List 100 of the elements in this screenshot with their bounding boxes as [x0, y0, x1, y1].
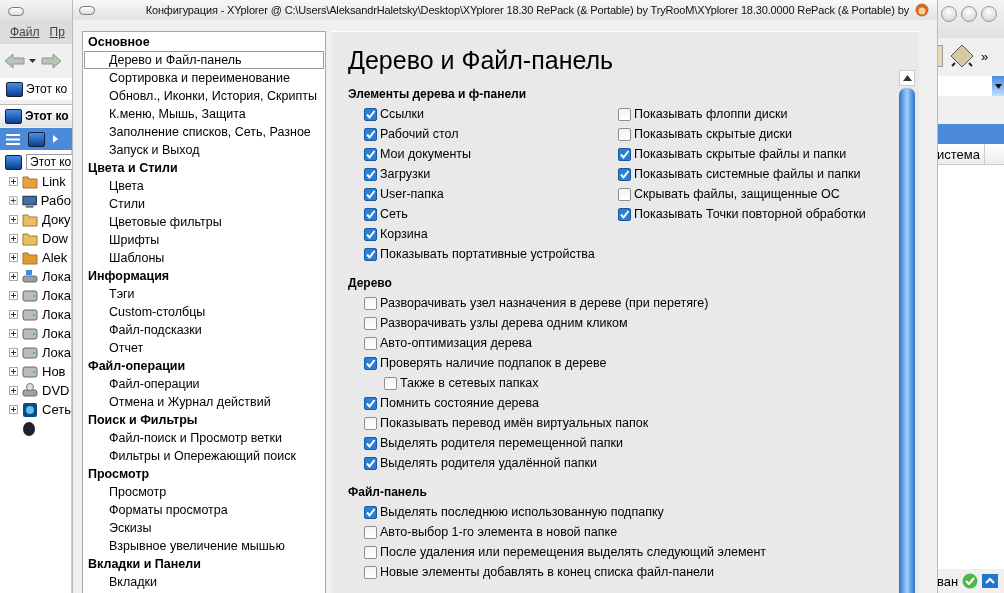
collapse-icon[interactable] [982, 574, 999, 588]
checkbox-label[interactable]: Показывать Точки повторной обработки [634, 207, 866, 221]
nav-item[interactable]: Отмена и Журнал действий [84, 393, 324, 411]
checkbox-label[interactable]: Рабочий стол [380, 127, 459, 141]
checkbox-label[interactable]: Разворачивать узлы дерева одним кликом [380, 316, 628, 330]
checkbox[interactable] [364, 147, 377, 161]
menu-item[interactable]: Файл [10, 25, 40, 39]
nav-section[interactable]: Основное [84, 33, 324, 51]
checkbox[interactable] [364, 227, 377, 241]
checkbox-label[interactable]: Скрывать файлы, защищенные ОС [634, 187, 840, 201]
close-button[interactable] [981, 6, 997, 22]
tree-item[interactable]: Рабо [40, 193, 71, 208]
checkbox[interactable] [364, 207, 377, 221]
nav-item[interactable]: Запуск и Выход [84, 141, 324, 159]
nav-item[interactable]: Форматы просмотра [84, 501, 324, 519]
checkbox[interactable] [364, 316, 377, 330]
computer-icon[interactable] [28, 131, 45, 147]
nav-item[interactable]: Обновл., Иконки, История, Скрипты [84, 87, 324, 105]
caret-icon[interactable] [29, 58, 37, 64]
checkbox-label[interactable]: Выделять родителя удалённой папки [380, 456, 597, 470]
checkbox-label[interactable]: После удаления или перемещения выделять следующий элемент [380, 545, 767, 559]
checkbox-label[interactable]: Помнить состояние дерева [380, 396, 539, 410]
tree-item[interactable]: Link [42, 174, 66, 189]
checkbox-label[interactable]: Новые элементы добавлять в конец списка файл-панели [380, 565, 714, 579]
checkbox[interactable] [364, 247, 377, 261]
address-field[interactable]: Этот ко [0, 78, 72, 100]
window-menu-icon[interactable] [79, 5, 95, 15]
scroll-up-icon[interactable] [902, 75, 912, 81]
expand-icon[interactable] [9, 272, 18, 281]
checkbox-label[interactable]: Выделять последнюю использованную подпапку [380, 505, 664, 519]
tree-item[interactable]: Лока [42, 269, 71, 284]
expand-icon[interactable] [9, 291, 18, 300]
expand-icon[interactable] [9, 177, 18, 186]
nav-item[interactable]: Взрывное увеличение мышью [84, 537, 324, 555]
checkbox-label[interactable]: Показывать скрытые диски [634, 127, 792, 141]
nav-section[interactable]: Цвета и Стили [84, 159, 324, 177]
nav-item[interactable]: Просмотр [84, 483, 324, 501]
checkbox-label[interactable]: Авто-оптимизация дерева [380, 336, 533, 350]
expand-icon[interactable] [9, 405, 18, 414]
checkbox-label[interactable]: User-папка [380, 187, 444, 201]
expand-icon[interactable] [9, 310, 18, 319]
expand-icon[interactable] [9, 367, 18, 376]
checkbox[interactable] [364, 505, 377, 519]
nav-item[interactable]: Цвета [84, 177, 324, 195]
checkbox[interactable] [364, 167, 377, 181]
tree-item[interactable]: Лока [42, 345, 71, 360]
checkbox[interactable] [364, 296, 377, 310]
nav-section[interactable]: Поиск и Фильтры [84, 411, 324, 429]
tree-item[interactable]: Alek [42, 250, 68, 265]
checkbox[interactable] [364, 565, 377, 579]
tree-item[interactable]: Доку [42, 212, 71, 227]
checkbox-label[interactable]: Показывать скрытые файлы и папки [634, 147, 847, 161]
nav-item[interactable]: Заполнение списков, Сеть, Разное [84, 123, 324, 141]
checkbox[interactable] [618, 127, 631, 141]
checkbox-label[interactable]: Также в сетевых папках [400, 376, 539, 390]
nav-item[interactable]: Фильтры и Опережающий поиск [84, 447, 324, 465]
expand-icon[interactable] [9, 234, 18, 243]
expand-icon[interactable] [9, 253, 18, 262]
chevron-right-icon[interactable] [53, 135, 58, 143]
expand-icon[interactable] [9, 386, 18, 395]
checkbox-label[interactable]: Ссылки [380, 107, 424, 121]
menu-icon[interactable] [6, 133, 20, 145]
nav-item[interactable]: Шрифты [84, 231, 324, 249]
checkbox-label[interactable]: Показывать портативные устройства [380, 247, 595, 261]
tree-item[interactable]: Dow [42, 231, 68, 246]
checkbox[interactable] [364, 545, 377, 559]
checkbox-label[interactable]: Показывать флоппи диски [634, 107, 788, 121]
nav-item[interactable]: Файл-подсказки [84, 321, 324, 339]
nav-item[interactable]: Дерево и Файл-панель [84, 51, 324, 69]
checkbox[interactable] [384, 376, 397, 390]
rename-field[interactable]: Этот ко [26, 154, 72, 170]
nav-item[interactable]: Файл-операции [84, 375, 324, 393]
checkbox-label[interactable]: Показывать системные файлы и папки [634, 167, 861, 181]
checkbox-label[interactable]: Мои документы [380, 147, 472, 161]
checkbox-label[interactable]: Сеть [380, 207, 408, 221]
tree-item[interactable]: DVD [42, 383, 70, 398]
checkbox[interactable] [364, 456, 377, 470]
expand-icon[interactable] [9, 196, 18, 205]
nav-section[interactable]: Файл-операции [84, 357, 324, 375]
checkbox[interactable] [618, 167, 631, 181]
checkbox[interactable] [364, 336, 377, 350]
checkbox[interactable] [618, 147, 631, 161]
checkbox-label[interactable]: Разворачивать узел назначения в дереве (при перетяге) [380, 296, 709, 310]
nav-item[interactable]: Шаблоны [84, 249, 324, 267]
nav-section[interactable]: Просмотр [84, 465, 324, 483]
more-button[interactable]: » [981, 48, 989, 64]
checkbox[interactable] [364, 107, 377, 121]
checkbox[interactable] [618, 107, 631, 121]
nav-item[interactable]: К.меню, Мышь, Защита [84, 105, 324, 123]
nav-item[interactable]: Custom-столбцы [84, 303, 324, 321]
checkbox[interactable] [364, 416, 377, 430]
checkbox[interactable] [618, 207, 631, 221]
expand-icon[interactable] [9, 215, 18, 224]
nav-item[interactable]: Отчет [84, 339, 324, 357]
nav-item[interactable]: Вкладки [84, 573, 324, 591]
expand-icon[interactable] [9, 348, 18, 357]
nav-item[interactable]: Сортировка и переименование [84, 69, 324, 87]
nav-item[interactable]: Файл-поиск и Просмотр ветки [84, 429, 324, 447]
tree-item[interactable]: Нов [42, 364, 66, 379]
checkbox[interactable] [364, 356, 377, 370]
